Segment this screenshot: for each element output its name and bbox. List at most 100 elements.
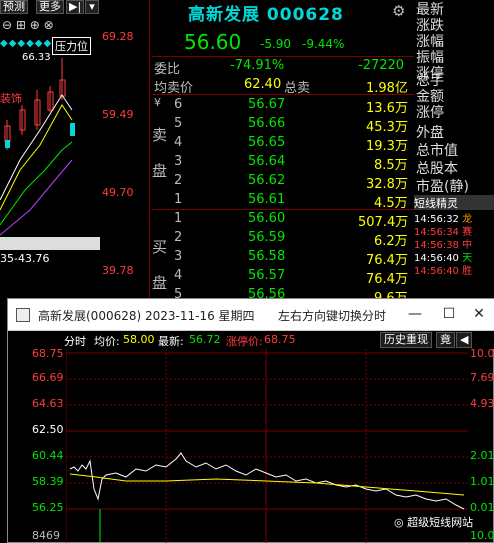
short-line-item[interactable]: 14:56:40 胜 [414,262,494,277]
short-line-item[interactable]: 14:56:38 中 [414,236,494,251]
ask-row[interactable]: 1 56.61 4.5万 [152,191,414,211]
history-replay-button[interactable]: 历史重现 [380,332,432,348]
weibi-label: 委比 [154,62,181,77]
price-tick: 66.69 [32,371,64,384]
ask-level: 3 [174,154,183,169]
close-icon[interactable]: ✕ [470,305,488,323]
wechat-icon: ◎ [394,516,404,529]
weibi-value: -74.91% [230,58,285,73]
zoom-in-icon[interactable]: ⊕ [30,18,40,32]
bid-price: 56.60 [248,211,286,226]
bid-volume: 6.2万 [374,234,408,249]
ask-row[interactable]: 3 56.64 8.5万 [152,153,414,173]
bid-row[interactable]: 2 56.59 6.2万 [152,229,414,249]
weibi-row: 委比 -74.91% -27220 [152,57,414,77]
bid-volume: 76.4万 [366,253,408,268]
divider [152,94,414,95]
toolbar-item-more[interactable]: 更多 [36,0,64,14]
price-axis: 69.28 59.49 49.70 39.78 [100,0,150,300]
ask-volume: 32.8万 [366,177,408,192]
gear-icon[interactable]: ⚙ [392,2,405,20]
price-tick: 69.28 [102,30,134,43]
last-label: 最新: [158,335,184,348]
close-circle-icon[interactable]: ⊗ [44,18,54,32]
fenshi-label: 分时 [64,335,86,348]
chevron-down-icon[interactable]: ▾ [85,0,99,14]
price-tick: 59.49 [102,108,134,121]
short-line-item[interactable]: 14:56:32 龙 [414,210,494,225]
price-tick: 56.25 [32,501,64,514]
bid-level: 1 [174,211,183,226]
ask-price: 56.67 [248,97,286,112]
short-line-title[interactable]: 短线精灵 [414,195,494,210]
candlestick-plot [0,58,75,236]
skip-right-icon[interactable]: ▶| [66,0,84,14]
weicha-value: -27220 [358,58,405,73]
app-icon [16,308,30,322]
minimize-icon[interactable]: — [406,305,424,323]
ask-row[interactable]: 5 56.66 45.3万 [152,115,414,135]
bid-row[interactable]: 3 56.58 76.4万 [152,248,414,268]
bid-price: 56.57 [248,268,286,283]
short-line-list[interactable]: 短线精灵 14:56:32 龙 14:56:34 赛 14:56:38 中 14… [414,195,494,277]
stats-panel: 最新 涨跌 涨幅 振幅 涨停 总手 金额 涨停 外盘 总市值 总股本 市盈(静)… [414,0,494,300]
price-change: -5.90 [260,37,292,51]
avg-label: 均价: [94,335,120,348]
avg-value: 58.00 [123,333,155,346]
ask-volume: 19.3万 [366,139,408,154]
maximize-icon[interactable]: ☐ [440,305,458,323]
last-value: 56.72 [189,333,221,346]
indicator-label: 35-43.76 [0,252,50,265]
toolbar-item-forecast[interactable]: 预测 [0,0,28,14]
stat-label: 外盘 [416,125,444,141]
kline-chart[interactable]: 预测 更多 ▶| ▾ ⊖ ⊞ ⊕ ⊗ ◆◆◆◆◆◆ 压力位 66.33 装饰 3… [0,0,150,300]
ask-row[interactable]: 2 56.62 32.8万 [152,172,414,192]
pct-tick: 1.01 [470,475,494,488]
short-line-item[interactable]: 14:56:40 天 [414,249,494,264]
diamond-markers-icon: ◆◆◆◆◆◆ [0,38,53,49]
ask-price: 56.65 [248,135,286,150]
price-change-pct: -9.44% [302,37,345,51]
ask-volume: 8.5万 [374,158,408,173]
limit-label: 涨停价: [226,335,263,348]
window-title: 高新发展(000628) 2023-11-16 星期四 [38,309,255,323]
grid-icon[interactable]: ⊞ [16,18,26,32]
bid-price: 56.59 [248,230,286,245]
watermark-text: 超级短线网站 [407,516,474,529]
ask-volume: 13.6万 [366,101,408,116]
stat-label: 市盈(静) [416,179,469,195]
limit-value: 68.75 [264,333,296,346]
intraday-popup-window[interactable]: 高新发展(000628) 2023-11-16 星期四 左右方向键切换分时 — … [7,298,494,543]
stock-title: 高新发展 000628 [188,5,344,25]
price-tick: 49.70 [102,186,134,199]
stat-label: 总市值 [416,143,458,159]
ask-price: 56.62 [248,173,286,188]
avg-sell-row: 均卖价 62.40 总卖 1.98亿 [152,76,414,96]
bid-level: 4 [174,268,183,283]
pct-tick: 2.01 [470,449,494,462]
stat-label: 总股本 [416,161,458,177]
zoom-out-icon[interactable]: ⊖ [2,18,12,32]
ask-price: 56.61 [248,192,286,207]
avg-sell-value: 62.40 [244,77,282,92]
ask-level: 2 [174,173,183,188]
bid-level: 3 [174,249,183,264]
price-tick: 68.75 [32,347,64,360]
bid-price: 56.58 [248,249,286,264]
price-tick: 62.50 [32,423,64,436]
window-titlebar[interactable]: 高新发展(000628) 2023-11-16 星期四 左右方向键切换分时 — … [8,299,494,331]
stat-label: 涨停 [416,105,444,121]
price-tick: 60.44 [32,449,64,462]
chart-control-icons[interactable]: ⊖ ⊞ ⊕ ⊗ [2,18,54,32]
pct-tick: 10.00 [470,347,494,360]
short-line-item[interactable]: 14:56:34 赛 [414,223,494,238]
extra-button[interactable]: 竟 [436,332,455,348]
bid-row[interactable]: 1 56.60 507.4万 [152,210,414,230]
chart-divider-bar [0,237,100,250]
bid-row[interactable]: 4 56.57 76.4万 [152,267,414,287]
ask-row[interactable]: 4 56.65 19.3万 [152,134,414,154]
bid-volume: 76.4万 [366,272,408,287]
ask-row[interactable]: 6 56.67 13.6万 [152,96,414,116]
volume-label: 8469 [32,529,60,542]
scroll-left-icon[interactable]: ◀ [456,332,473,348]
